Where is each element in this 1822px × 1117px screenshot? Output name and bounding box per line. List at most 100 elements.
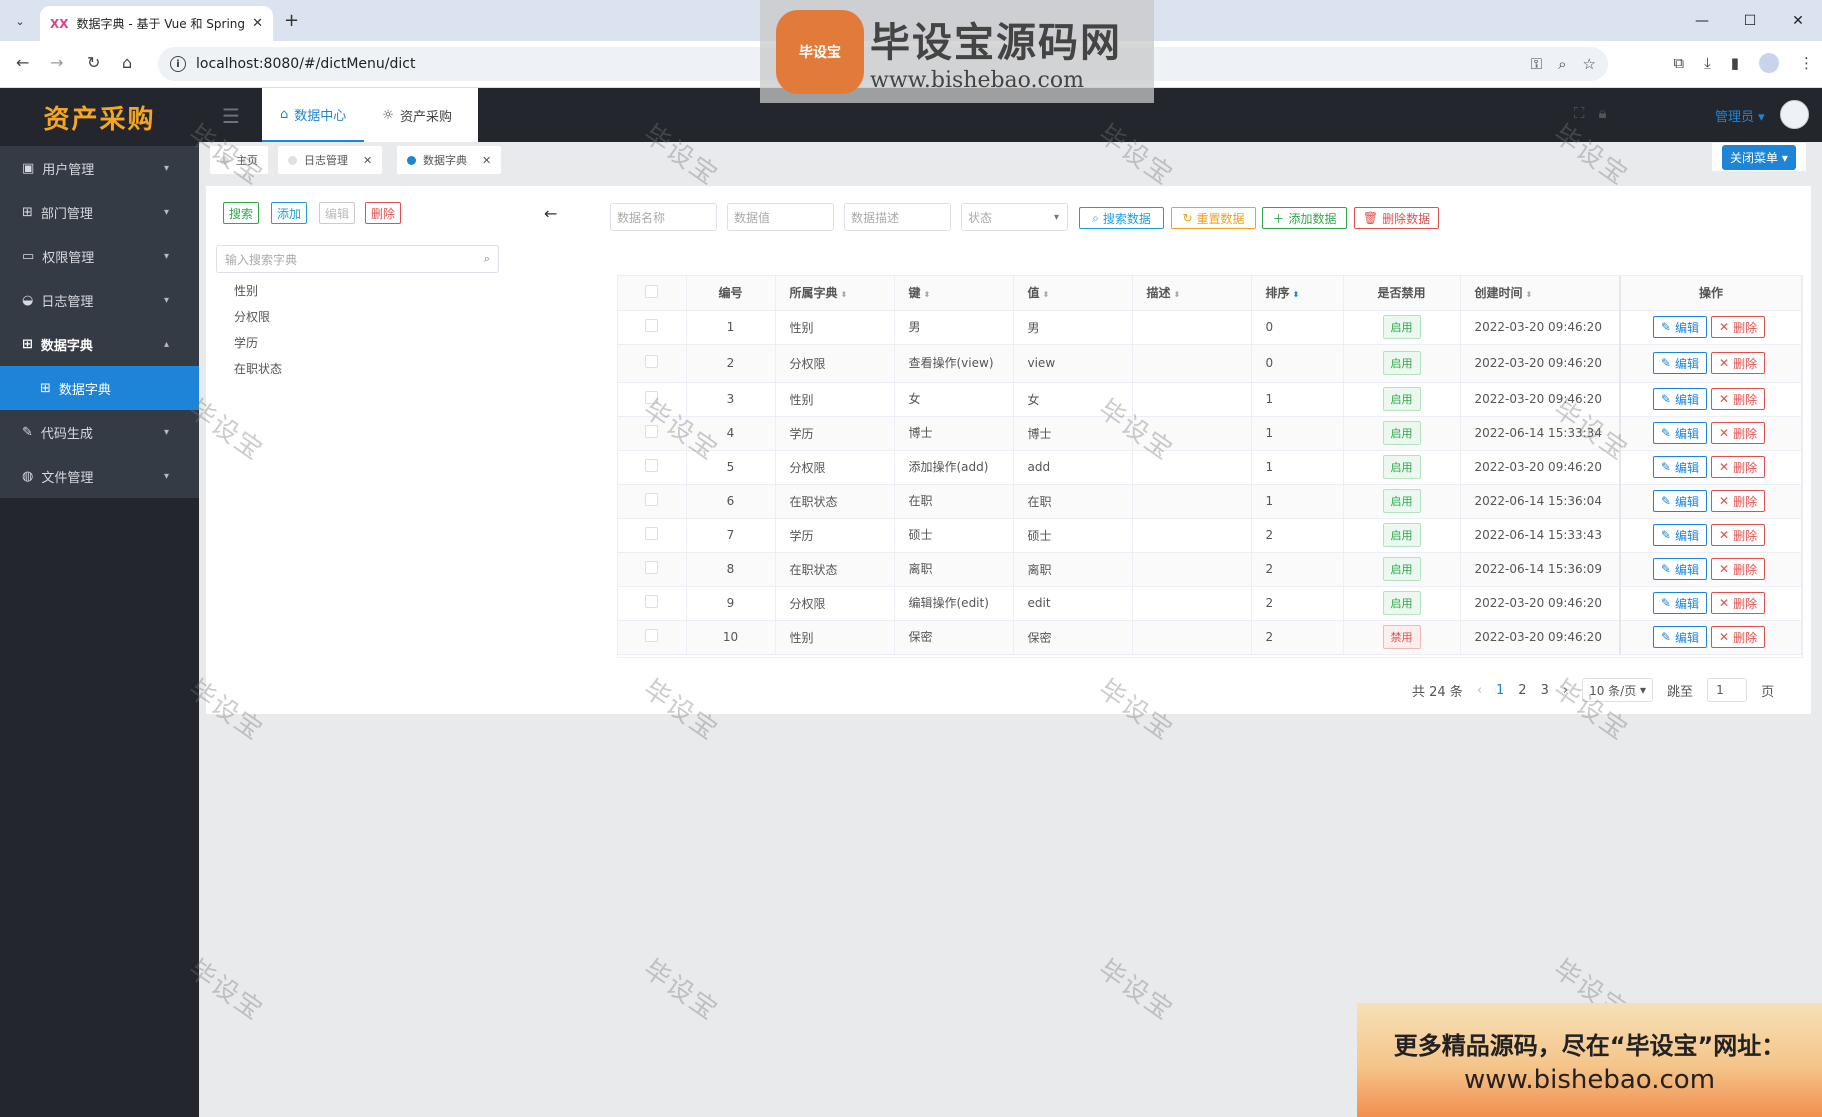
checkbox[interactable] (645, 355, 659, 368)
url-text[interactable]: localhost:8080/#/dictMenu/dict (196, 56, 415, 72)
sort-icon[interactable]: ⬍ (924, 290, 931, 299)
delete-button[interactable]: ✕ 删除 (1711, 388, 1766, 410)
home-icon[interactable]: ⌂ (122, 53, 132, 72)
page-number[interactable]: 1 (1496, 683, 1504, 698)
download-icon[interactable]: ⤓ (1704, 54, 1711, 72)
table-row[interactable]: 7 学历 硕士 硕士 2 启用 2022-06-14 15:33:43 ✎ 编辑 ✕ 删除 (618, 518, 1802, 553)
prev-page-icon[interactable]: ‹ (1477, 683, 1482, 698)
table-row[interactable]: 10 性别 保密 保密 2 禁用 2022-03-20 09:46:20 ✎ 编辑 ✕ 删除 (618, 620, 1802, 655)
checkbox[interactable] (645, 595, 659, 608)
column-header[interactable]: 排序 ⬍ (1251, 276, 1344, 311)
row-select[interactable] (618, 620, 687, 655)
tab-search-button[interactable]: ⌄ (9, 10, 31, 32)
table-row[interactable]: 1 性别男男 0 启用 2022-03-20 09:46:20 ✎ 编辑 ✕ 删除 (618, 310, 1802, 345)
sort-icon[interactable]: ⬍ (1043, 290, 1050, 299)
edit-button[interactable]: ✎ 编辑 (1652, 422, 1707, 444)
user-avatar[interactable] (1780, 100, 1809, 129)
row-select[interactable] (618, 344, 687, 383)
top-nav-data-center[interactable]: ⌂ 数据中心 (262, 88, 365, 142)
close-icon[interactable]: ✕ (363, 154, 372, 167)
checkbox[interactable] (645, 527, 659, 540)
checkbox[interactable] (645, 459, 659, 472)
sidebar-item-users[interactable]: ▣ 用户管理 ▾ (0, 146, 199, 190)
delete-button[interactable]: ✕ 删除 (1711, 592, 1766, 614)
sidebar-item-codegen[interactable]: ✎ 代码生成 ▾ (0, 410, 199, 454)
delete-button[interactable]: ✕ 删除 (1711, 456, 1766, 478)
edit-button[interactable]: ✎ 编辑 (1652, 490, 1707, 512)
sort-icon[interactable]: ⬍ (1293, 290, 1300, 299)
profile-avatar[interactable] (1759, 53, 1779, 73)
table-row[interactable]: 3 性别女女 1 启用 2022-03-20 09:46:20 ✎ 编辑 ✕ 删除 (618, 382, 1802, 417)
minimize-icon[interactable]: — (1678, 0, 1726, 41)
row-select[interactable] (618, 450, 687, 485)
user-menu[interactable]: 管理员 ▾ (1715, 106, 1765, 125)
table-row[interactable]: 2 分权限 查看操作(view) view 0 启用 2022-03-20 09:46:20… (618, 344, 1802, 383)
row-select[interactable] (618, 382, 687, 417)
close-icon[interactable]: ✕ (482, 154, 491, 167)
tree-edit-button[interactable]: 编辑 (319, 202, 356, 224)
edit-button[interactable]: ✎ 编辑 (1652, 352, 1707, 374)
column-header[interactable]: 键 ⬍ (894, 276, 1014, 311)
delete-button[interactable]: ✕ 删除 (1711, 626, 1766, 648)
delete-button[interactable]: ✕ 删除 (1711, 490, 1766, 512)
edit-button[interactable]: ✎ 编辑 (1652, 456, 1707, 478)
sort-icon[interactable]: ⬍ (841, 290, 848, 299)
filter-name-input[interactable]: 数据名称 (610, 203, 717, 231)
header-select-all[interactable] (618, 276, 687, 311)
extensions-icon[interactable]: ⧉ (1673, 54, 1684, 72)
delete-button[interactable]: ✕ 删除 (1711, 316, 1766, 338)
checkbox[interactable] (645, 629, 659, 642)
reset-data-button[interactable]: ↻ 重置数据 (1171, 207, 1256, 229)
checkbox[interactable] (645, 425, 659, 438)
checkbox[interactable] (645, 493, 659, 506)
row-select[interactable] (618, 586, 687, 621)
sidebar-item-dictionary[interactable]: ⊞ 数据字典 ▴ (0, 322, 199, 366)
close-icon[interactable]: ✕ (252, 16, 263, 31)
tree-node[interactable]: 学历 (234, 334, 258, 351)
column-header[interactable]: 创建时间 ⬍ (1460, 276, 1621, 311)
row-select[interactable] (618, 484, 687, 519)
tree-add-button[interactable]: 添加 (271, 202, 308, 224)
checkbox[interactable] (645, 561, 659, 574)
edit-button[interactable]: ✎ 编辑 (1652, 388, 1707, 410)
window-close-icon[interactable]: ✕ (1774, 0, 1822, 41)
back-icon[interactable]: ← (16, 53, 29, 72)
row-select[interactable] (618, 416, 687, 451)
table-row[interactable]: 6 在职状态 在职 在职 1 启用 2022-06-14 15:36:04 ✎ 编辑 ✕ 删除 (618, 484, 1802, 519)
add-data-button[interactable]: ＋添加数据 (1262, 207, 1347, 229)
page-number[interactable]: 2 (1518, 683, 1526, 698)
filter-status-select[interactable]: 状态 ▾ (961, 203, 1068, 231)
delete-button[interactable]: ✕ 删除 (1711, 352, 1766, 374)
fullscreen-icon[interactable]: ⛶ (1574, 104, 1585, 122)
sort-icon[interactable]: ⬍ (1174, 290, 1181, 299)
delete-button[interactable]: ✕ 删除 (1711, 524, 1766, 546)
table-row[interactable]: 5 分权限 添加操作(add) add 1 启用 2022-03-20 09:46:20 ✎ 编… (618, 450, 1802, 485)
key-icon[interactable]: ⚿ (1531, 55, 1542, 73)
sidebar-subitem-dictionary[interactable]: ⊞ 数据字典 (0, 366, 199, 410)
tree-delete-button[interactable]: 删除 (365, 202, 402, 224)
search-data-button[interactable]: ⌕ 搜索数据 (1079, 207, 1164, 229)
row-select[interactable] (618, 310, 687, 345)
top-nav-asset-purchase[interactable]: ☼ 资产采购 (364, 88, 470, 142)
sidebar-item-logs[interactable]: ◒ 日志管理 ▾ (0, 278, 199, 322)
table-row[interactable]: 8 在职状态 离职 离职 2 启用 2022-06-14 15:36:09 ✎ 编辑 ✕ 删除 (618, 552, 1802, 587)
page-tab-dictionary[interactable]: 数据字典 ✕ (397, 146, 502, 174)
column-header[interactable]: 所属字典 ⬍ (775, 276, 895, 311)
menu-toggle-icon[interactable]: ☰ (222, 104, 240, 128)
delete-button[interactable]: ✕ 删除 (1711, 558, 1766, 580)
site-info-icon[interactable]: i (170, 56, 186, 72)
forward-icon[interactable]: → (50, 53, 63, 72)
search-icon[interactable]: ⌕ (484, 252, 490, 266)
browser-tab[interactable]: XX 数据字典 - 基于 Vue 和 Spring ✕ (40, 6, 273, 41)
edit-button[interactable]: ✎ 编辑 (1652, 558, 1707, 580)
sidebar-item-departments[interactable]: ⊞ 部门管理 ▾ (0, 190, 199, 234)
next-page-icon[interactable]: › (1563, 683, 1568, 698)
checkbox[interactable] (645, 391, 659, 404)
table-row[interactable]: 4 学历 博士 博士 1 启用 2022-06-14 15:33:34 ✎ 编辑 ✕ 删除 (618, 416, 1802, 451)
sidebar-item-permissions[interactable]: ▭ 权限管理 ▾ (0, 234, 199, 278)
zoom-icon[interactable]: ⌕ (1558, 55, 1566, 73)
row-select[interactable] (618, 552, 687, 587)
new-tab-button[interactable]: + (284, 10, 299, 31)
filter-desc-input[interactable]: 数据描述 (844, 203, 951, 231)
column-header[interactable]: 描述 ⬍ (1132, 276, 1252, 311)
